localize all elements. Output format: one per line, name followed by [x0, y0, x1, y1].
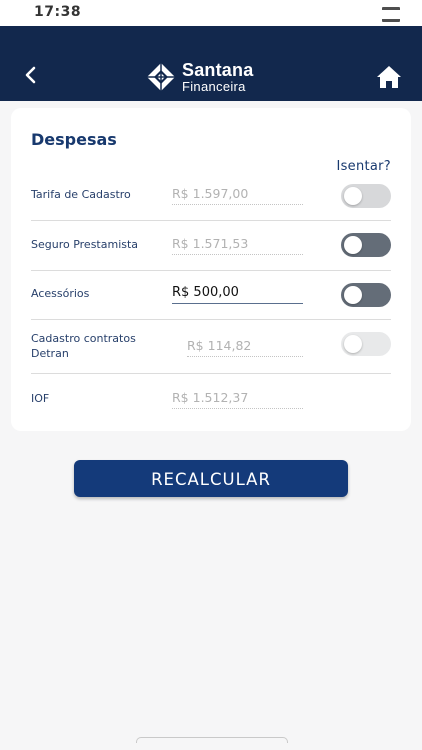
expense-value-input[interactable]: R$ 1.512,37	[172, 388, 303, 409]
expense-label: Seguro Prestamista	[31, 238, 139, 251]
expense-row-acessorios: Acessórios R$ 500,00	[31, 271, 391, 320]
toggle-knob	[344, 335, 362, 353]
brand-subtitle: Financeira	[182, 79, 246, 94]
expense-row-seguro-prestamista: Seguro Prestamista R$ 1.571,53	[31, 221, 391, 271]
toggle-knob	[344, 187, 362, 205]
despesas-title: Despesas	[31, 130, 117, 149]
brand-name: Santana	[182, 60, 254, 80]
expense-label: Acessórios	[31, 287, 90, 300]
app-header: Santana Financeira	[0, 26, 422, 101]
expense-label: Tarifa de Cadastro	[31, 188, 131, 201]
recalcular-button[interactable]: RECALCULAR	[74, 460, 348, 497]
expense-row-iof: IOF R$ 1.512,37	[31, 374, 391, 414]
expense-row-tarifa-cadastro: Tarifa de Cadastro R$ 1.597,00	[31, 180, 391, 221]
home-icon	[377, 66, 401, 88]
isentar-toggle[interactable]	[341, 184, 391, 208]
isentar-toggle[interactable]	[341, 332, 391, 356]
santana-logo-icon	[147, 63, 175, 91]
expense-value-input[interactable]: R$ 500,00	[172, 283, 303, 304]
expense-label: Cadastro contratos Detran	[31, 332, 136, 360]
isentar-toggle[interactable]	[341, 283, 391, 307]
despesas-card: Despesas Isentar? Tarifa de Cadastro R$ …	[11, 108, 411, 431]
expense-value-input[interactable]: R$ 1.571,53	[172, 234, 303, 255]
status-bar: 17:38	[0, 0, 422, 26]
back-button[interactable]	[20, 64, 42, 86]
toggle-knob	[344, 236, 362, 254]
isentar-header: Isentar?	[336, 159, 391, 174]
expense-value-input[interactable]: R$ 114,82	[187, 336, 303, 357]
expense-row-cadastro-detran: Cadastro contratos Detran R$ 114,82	[31, 320, 391, 374]
home-button[interactable]	[375, 64, 403, 90]
expense-value-input[interactable]: R$ 1.597,00	[172, 184, 303, 205]
status-time: 17:38	[34, 4, 82, 20]
isentar-toggle[interactable]	[341, 233, 391, 257]
home-indicator	[136, 737, 288, 743]
toggle-knob	[344, 286, 362, 304]
battery-icon	[382, 7, 400, 22]
expense-label: IOF	[31, 392, 50, 405]
brand-logo: Santana Financeira	[145, 61, 253, 93]
